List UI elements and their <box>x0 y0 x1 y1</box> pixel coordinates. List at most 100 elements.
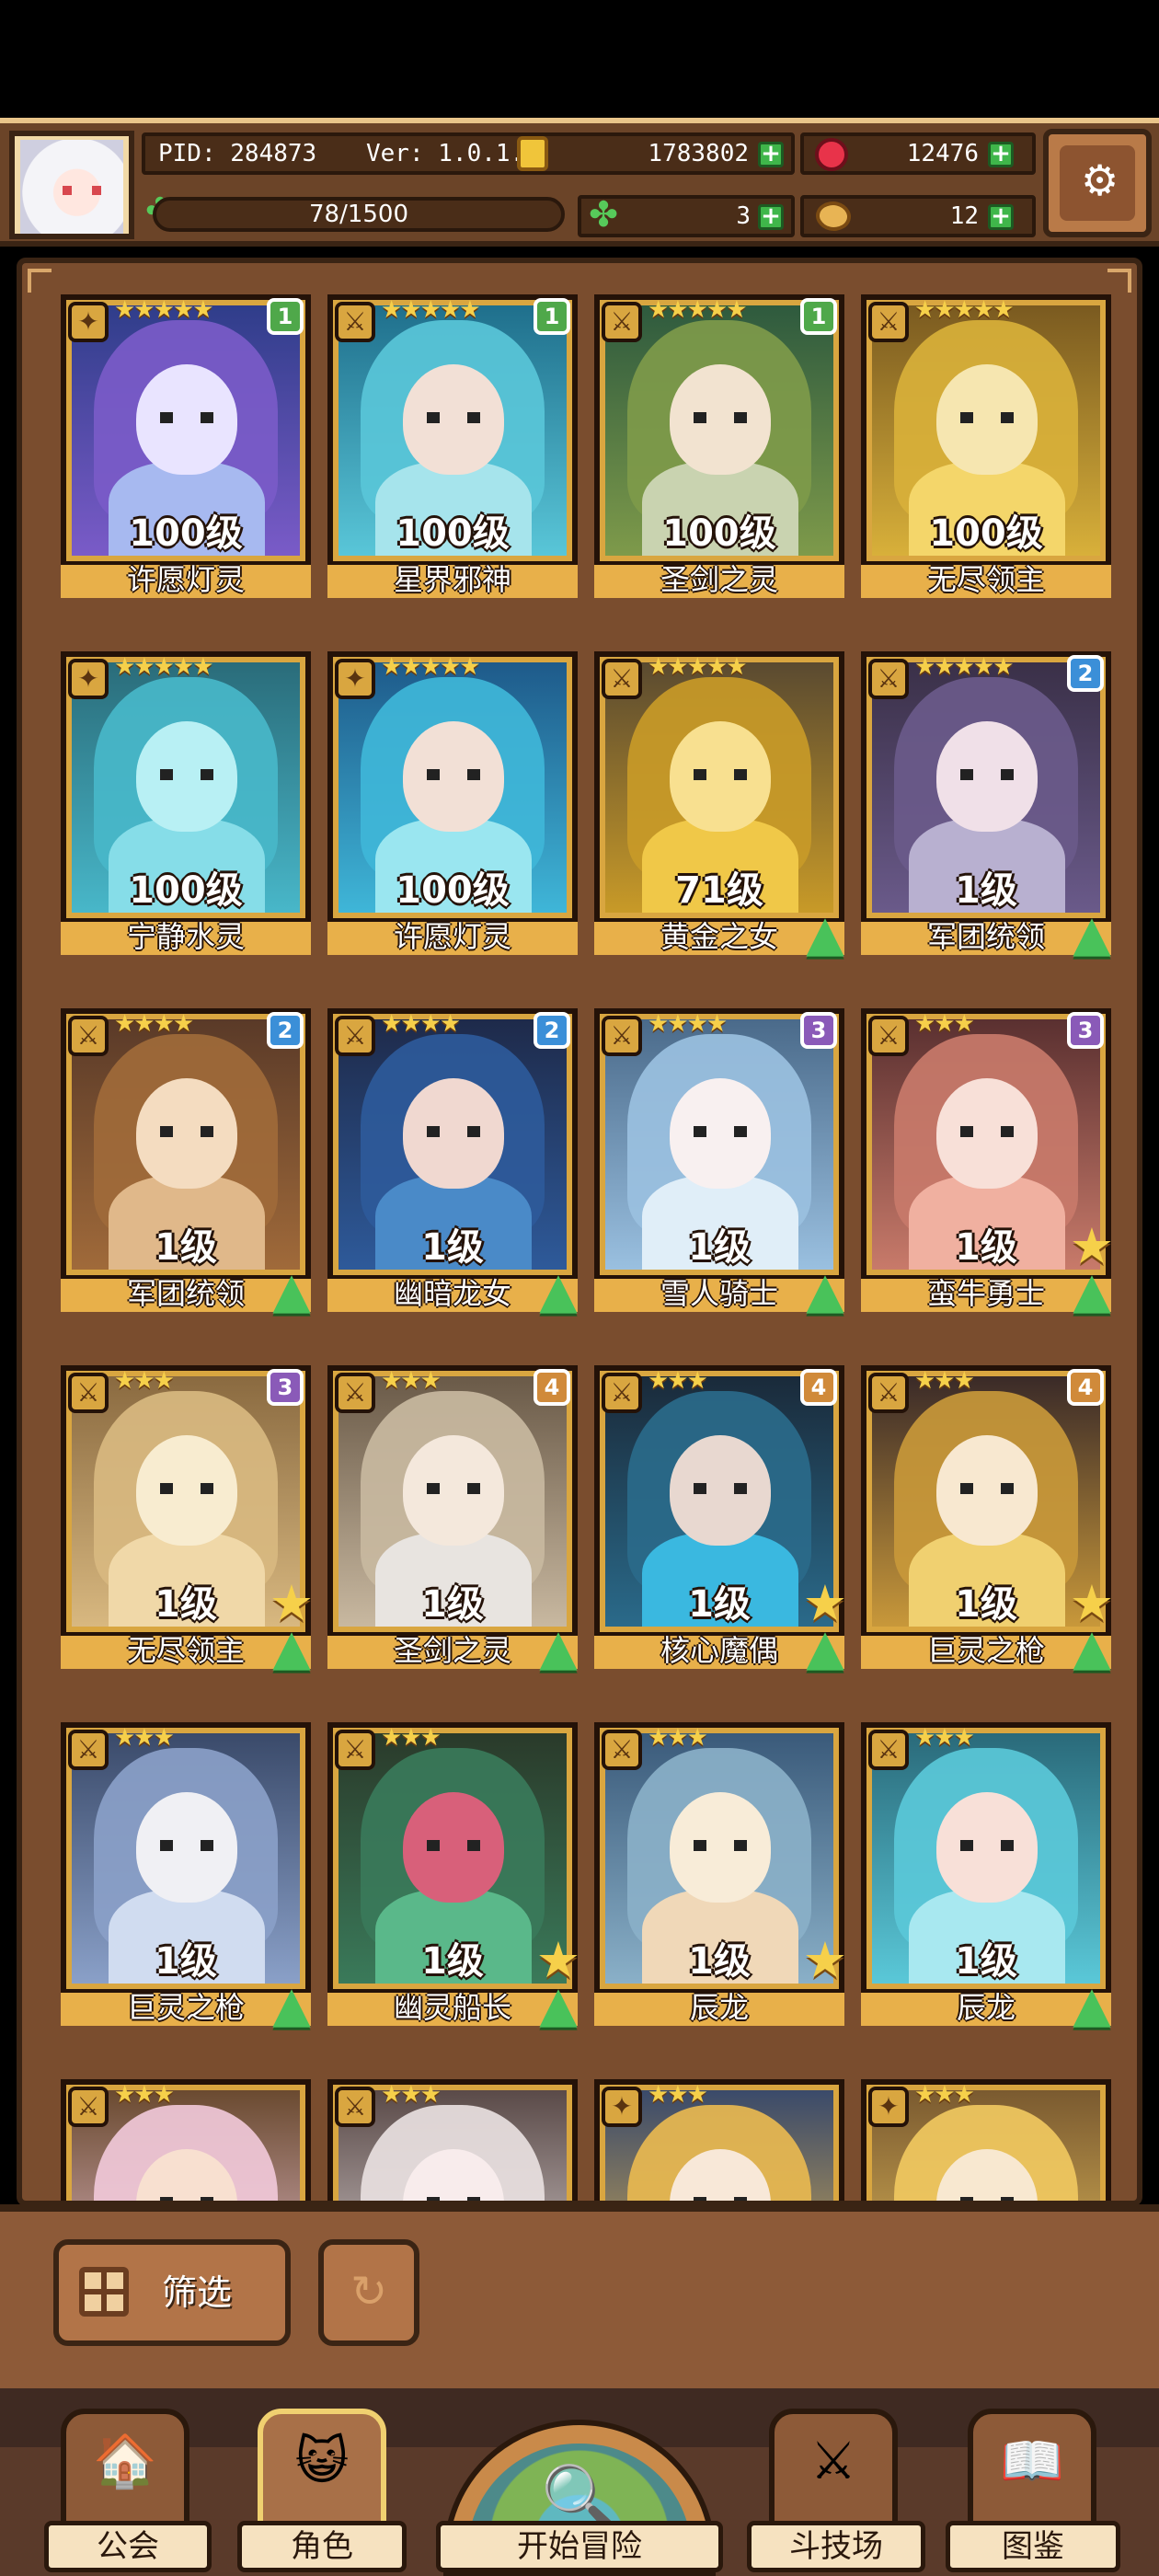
nav-label-adventure[interactable]: 开始冒险 <box>436 2521 723 2572</box>
class-weapon-icon: ✦ <box>68 302 109 342</box>
add-gems-button[interactable]: + <box>988 142 1014 167</box>
crossed-swords-icon: ⚔ <box>809 2432 857 2491</box>
character-card[interactable]: ⚔ ★★★★ 2 1级 军团统领 ▲ <box>61 1008 311 1316</box>
portrait-eye <box>960 1126 973 1137</box>
character-card[interactable]: ⚔ ★★★ 1级 巨灵之枪 ▲ <box>61 1722 311 2030</box>
portrait-eye <box>201 1483 213 1494</box>
character-card[interactable]: ⚔ ★★★ 4 1级 核心魔偶 ★ ▲ <box>594 1365 847 1673</box>
character-list-panel[interactable]: ✦ ★★★★★ 1 100级 许愿灯灵 ⚔ ★★★★★ 1 100级 星界邪神 ⚔ ★★★★★ 1 100… <box>17 258 1142 2206</box>
panel-corner-ornament <box>1107 269 1131 293</box>
character-name: 许愿灯灵 <box>126 562 245 597</box>
character-card[interactable]: ⚔ ★★★ 1级 辰龙 ▲ <box>861 1722 1111 2030</box>
portrait-eye <box>1001 1126 1014 1137</box>
character-level: 100级 <box>662 512 776 555</box>
class-weapon-icon: ⚔ <box>868 302 909 342</box>
character-card[interactable]: ⚔ ★★★ <box>327 2079 578 2201</box>
nav-label-arena[interactable]: 斗技场 <box>747 2521 925 2572</box>
rarity-stars: ★★★★ <box>114 1010 194 1038</box>
top-header: PID: 284873 Ver: 1.0.1.3 1783802 + 12476… <box>0 118 1159 247</box>
rarity-stars: ★★★★★ <box>381 653 481 681</box>
settings-button[interactable]: ⚙ <box>1043 129 1152 237</box>
class-weapon-icon: ⚔ <box>68 1730 109 1770</box>
panel-corner-ornament <box>28 269 52 293</box>
character-card[interactable]: ⚔ ★★★★ 2 1级 幽暗龙女 ▲ <box>327 1008 578 1316</box>
portrait-face <box>403 721 504 832</box>
class-weapon-icon: ⚔ <box>335 1016 375 1056</box>
portrait-eye <box>734 1126 747 1137</box>
ruby-gem-icon <box>815 138 848 171</box>
nav-label-character[interactable]: 角色 <box>237 2521 407 2572</box>
class-weapon-icon: ⚔ <box>868 659 909 699</box>
character-card[interactable]: ⚔ ★★★ 3 1级 无尽领主 ★ ▲ <box>61 1365 314 1673</box>
level-up-arrow-icon: ▲ <box>272 1261 311 1319</box>
character-card[interactable]: ✦ ★★★★★ 1 100级 许愿灯灵 <box>61 294 311 598</box>
portrait-eye <box>960 769 973 780</box>
character-card[interactable]: ✦ ★★★★★ 100级 许愿灯灵 <box>327 651 578 955</box>
character-card[interactable]: ⚔ ★★★★★ 2 1级 军团统领 ▲ <box>861 651 1111 959</box>
level-up-arrow-icon: ▲ <box>806 904 844 962</box>
character-card[interactable]: ⚔ ★★★ 3 1级 蛮牛勇士 ★ ▲ <box>861 1008 1114 1316</box>
refresh-button[interactable]: ↻ <box>318 2239 419 2346</box>
character-card[interactable]: ✦ ★★★★★ 100级 宁静水灵 <box>61 651 311 955</box>
character-card[interactable]: ⚔ ★★★ 1级 幽灵船长 ★ ▲ <box>327 1722 580 2030</box>
character-name: 星界邪神 <box>393 562 511 597</box>
duplicate-count-badge: 4 <box>1067 1369 1104 1406</box>
rarity-stars: ★★★ <box>648 1724 708 1752</box>
portrait-face <box>403 1078 504 1189</box>
nav-tab-codex[interactable]: 📖 <box>968 2409 1096 2537</box>
rarity-stars: ★★★★★ <box>914 296 1015 324</box>
character-name: 无尽领主 <box>926 562 1045 597</box>
class-weapon-icon: ⚔ <box>335 1373 375 1413</box>
character-card[interactable]: ⚔ ★★★ <box>61 2079 311 2201</box>
portrait-eye <box>160 1126 173 1137</box>
gem-amount: 12476 <box>906 140 979 167</box>
character-card[interactable]: ⚔ ★★★ 4 1级 巨灵之枪 ★ ▲ <box>861 1365 1114 1673</box>
character-card[interactable]: ✦ ★★★ <box>594 2079 844 2201</box>
portrait-eye <box>734 1483 747 1494</box>
character-card[interactable]: ⚔ ★★★ 4 1级 圣剑之灵 ▲ <box>327 1365 578 1673</box>
duplicate-count-badge: 3 <box>1067 1012 1104 1049</box>
rarity-stars: ★★★★★ <box>381 296 481 324</box>
star-up-available-icon: ★ <box>802 1931 848 1989</box>
class-weapon-icon: ⚔ <box>335 1730 375 1770</box>
character-name: 辰龙 <box>689 1990 749 2025</box>
character-card[interactable]: ⚔ ★★★★★ 71级 黄金之女 ▲ <box>594 651 844 959</box>
game-version: Ver: 1.0.1.3 <box>366 140 539 167</box>
portrait-eye <box>1001 1483 1014 1494</box>
nav-label-codex[interactable]: 图鉴 <box>946 2521 1120 2572</box>
portrait-face <box>403 364 504 475</box>
nav-tab-arena[interactable]: ⚔ <box>769 2409 898 2537</box>
food-amount: 12 <box>949 202 979 230</box>
character-card[interactable]: ⚔ ★★★ 1级 辰龙 ★ <box>594 1722 847 2026</box>
portrait-face <box>136 1078 237 1189</box>
portrait-eye <box>467 1840 480 1851</box>
add-clover-button[interactable]: + <box>758 204 784 230</box>
level-up-arrow-icon: ▲ <box>806 1618 844 1676</box>
add-gold-button[interactable]: + <box>758 142 784 167</box>
rarity-stars: ★★★ <box>914 2081 975 2109</box>
class-weapon-icon: ✦ <box>602 2087 642 2127</box>
portrait-eye <box>960 412 973 423</box>
nav-tab-guild[interactable]: 🏠 <box>61 2409 189 2537</box>
nav-label-guild[interactable]: 公会 <box>44 2521 212 2572</box>
filter-button-label: 筛选 <box>162 2272 233 2313</box>
nav-tab-character[interactable]: 😺 <box>258 2409 386 2537</box>
player-avatar[interactable] <box>9 131 134 239</box>
portrait-eye <box>1001 769 1014 780</box>
add-food-button[interactable]: + <box>988 204 1014 230</box>
character-card[interactable]: ⚔ ★★★★★ 1 100级 圣剑之灵 <box>594 294 844 598</box>
character-card[interactable]: ⚔ ★★★★ 3 1级 雪人骑士 ▲ <box>594 1008 844 1316</box>
filter-button[interactable]: 筛选 <box>53 2239 291 2346</box>
portrait-face <box>670 1792 771 1903</box>
level-up-arrow-icon: ▲ <box>1073 1975 1111 2033</box>
class-weapon-icon: ⚔ <box>602 1730 642 1770</box>
rarity-stars: ★★★★★ <box>648 653 748 681</box>
character-card[interactable]: ⚔ ★★★★★ 100级 无尽领主 <box>861 294 1111 598</box>
character-name: 宁静水灵 <box>126 919 245 954</box>
character-card[interactable]: ✦ ★★★ <box>861 2079 1111 2201</box>
portrait-face <box>936 721 1038 832</box>
portrait-eye <box>160 412 173 423</box>
player-id: PID: 284873 <box>158 140 317 167</box>
portrait-face <box>136 1435 237 1546</box>
character-card[interactable]: ⚔ ★★★★★ 1 100级 星界邪神 <box>327 294 578 598</box>
